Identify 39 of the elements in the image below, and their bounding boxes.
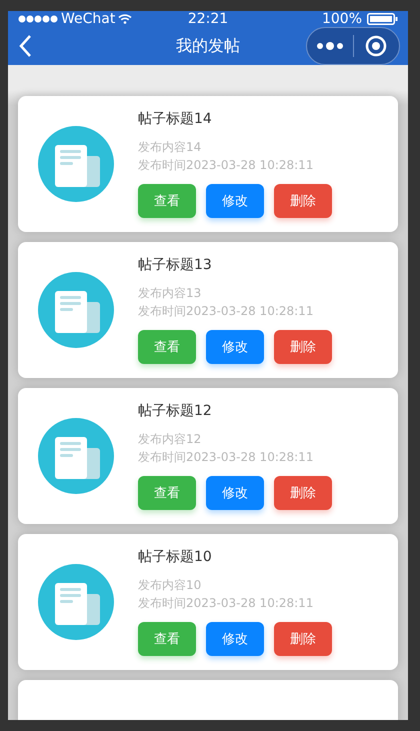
document-icon <box>38 418 114 494</box>
page-title: 我的发帖 <box>176 36 240 56</box>
edit-button[interactable]: 修改 <box>206 476 264 510</box>
post-time: 发布时间2023-03-28 10:28:11 <box>138 157 314 174</box>
edit-button[interactable]: 修改 <box>206 184 264 218</box>
post-content: 发布内容13 <box>138 285 202 302</box>
more-icon <box>316 41 344 51</box>
post-title: 帖子标题14 <box>138 110 213 128</box>
delete-button[interactable]: 删除 <box>274 622 332 656</box>
carrier-name: WeChat <box>61 11 116 27</box>
back-icon <box>18 34 32 58</box>
close-icon <box>365 35 388 57</box>
battery-percent: 100% <box>322 11 362 27</box>
document-icon <box>38 564 114 640</box>
edit-button[interactable]: 修改 <box>206 330 264 364</box>
view-button[interactable]: 查看 <box>138 476 196 510</box>
wifi-icon <box>118 14 132 24</box>
post-title: 帖子标题13 <box>138 256 213 274</box>
delete-button[interactable]: 删除 <box>274 330 332 364</box>
post-title: 帖子标题10 <box>138 548 213 566</box>
document-icon <box>38 272 114 348</box>
clock-time: 22:21 <box>188 11 228 27</box>
edit-button[interactable]: 修改 <box>206 622 264 656</box>
back-button[interactable] <box>18 34 32 58</box>
view-button[interactable]: 查看 <box>138 622 196 656</box>
post-content: 发布内容14 <box>138 139 202 156</box>
post-title: 帖子标题12 <box>138 402 213 420</box>
signal-icon <box>18 15 58 23</box>
delete-button[interactable]: 删除 <box>274 184 332 218</box>
battery-icon <box>367 13 398 25</box>
delete-button[interactable]: 删除 <box>274 476 332 510</box>
post-time: 发布时间2023-03-28 10:28:11 <box>138 449 314 466</box>
view-button[interactable]: 查看 <box>138 330 196 364</box>
document-icon <box>38 126 114 202</box>
post-time: 发布时间2023-03-28 10:28:11 <box>138 595 314 612</box>
post-time: 发布时间2023-03-28 10:28:11 <box>138 303 314 320</box>
post-content: 发布内容10 <box>138 577 202 594</box>
post-content: 发布内容12 <box>138 431 202 448</box>
view-button[interactable]: 查看 <box>138 184 196 218</box>
